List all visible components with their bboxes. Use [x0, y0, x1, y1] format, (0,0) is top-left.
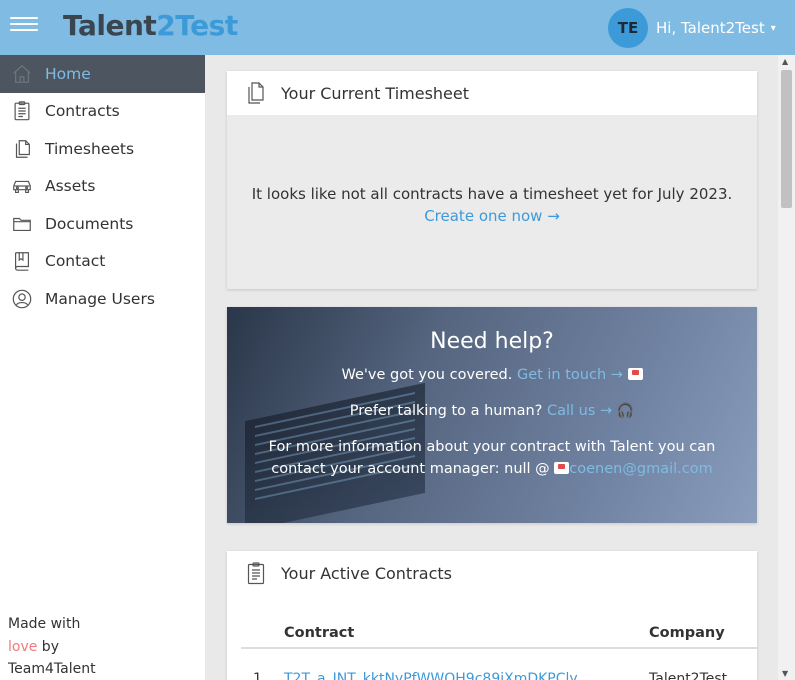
create-timesheet-link[interactable]: Create one now → [227, 205, 757, 227]
top-bar: Talent2Test TE Hi, Talent2Test ▾ [0, 0, 795, 55]
card-title: Your Active Contracts [281, 563, 452, 583]
card-header: Your Current Timesheet [227, 71, 757, 115]
help-line-call: Prefer talking to a human? Call us → 🎧 [349, 403, 635, 419]
call-us-link[interactable]: Call us → [547, 403, 612, 419]
contracts-table-header: Contract Company [241, 615, 757, 649]
sidebar-item-contact[interactable]: Contact [0, 243, 205, 281]
headphones-icon: 🎧 [616, 403, 635, 419]
page-scrollbar[interactable]: ▲ ▼ [778, 55, 795, 680]
sidebar-item-timesheets[interactable]: Timesheets [0, 130, 205, 168]
column-header-company[interactable]: Company [649, 625, 725, 641]
column-header-contract[interactable]: Contract [284, 625, 354, 641]
app-logo[interactable]: Talent2Test [63, 9, 238, 42]
card-header: Your Active Contracts [227, 551, 757, 595]
current-timesheet-card: Your Current Timesheet It looks like not… [227, 71, 757, 289]
active-contracts-card: Your Active Contracts Contract Company 1… [227, 551, 757, 680]
get-in-touch-link[interactable]: Get in touch → [517, 367, 623, 383]
timesheet-empty-state: It looks like not all contracts have a t… [227, 115, 757, 289]
user-icon [10, 287, 34, 311]
contract-id-link[interactable]: T2T_a_INT_kktNyPfWWOH9c89iXmDKPCly [284, 671, 578, 680]
love-link[interactable]: love [8, 639, 37, 655]
help-line-contact: We've got you covered. Get in touch → [227, 364, 757, 386]
company-name: Talent2Test [649, 671, 728, 680]
card-title: Your Current Timesheet [281, 83, 470, 103]
sidebar-item-label: Home [45, 64, 91, 83]
avatar: TE [608, 8, 648, 48]
scroll-down-icon[interactable]: ▼ [782, 669, 788, 678]
scrollbar-thumb[interactable] [781, 70, 792, 208]
sidebar-item-label: Documents [45, 214, 134, 233]
sidebar-item-documents[interactable]: Documents [0, 205, 205, 243]
car-icon [10, 174, 34, 198]
sidebar-item-manage-users[interactable]: Manage Users [0, 280, 205, 318]
help-line-account-manager: For more information about your contract… [268, 439, 716, 477]
mail-icon [554, 462, 570, 474]
sidebar-item-assets[interactable]: Assets [0, 168, 205, 206]
book-icon [10, 249, 34, 273]
folder-icon [10, 212, 34, 236]
timesheet-message: It looks like not all contracts have a t… [251, 185, 733, 203]
row-number: 1 [253, 671, 262, 680]
made-with-note: Made with love by Team4Talent [8, 616, 96, 677]
sidebar-item-label: Timesheets [45, 139, 135, 158]
sidebar-item-label: Contact [45, 252, 106, 271]
mail-icon [627, 368, 643, 380]
sidebar-item-contracts[interactable]: Contracts [0, 93, 205, 131]
sidebar-item-label: Contracts [45, 102, 120, 121]
help-title: Need help? [430, 329, 554, 354]
menu-icon[interactable] [10, 17, 38, 39]
user-greeting: Hi, Talent2Test [656, 19, 765, 37]
document-icon [10, 137, 34, 161]
scroll-up-icon[interactable]: ▲ [782, 57, 788, 66]
sidebar-item-home[interactable]: Home [0, 55, 205, 93]
home-icon [10, 62, 34, 86]
clipboard-icon [247, 562, 265, 585]
sidebar: Home Contracts Timesheets Assets Documen… [0, 55, 205, 680]
chevron-down-icon: ▾ [770, 22, 776, 34]
need-help-card: Need help? We've got you covered. Get in… [227, 307, 757, 523]
sidebar-item-label: Manage Users [45, 289, 155, 308]
sidebar-item-label: Assets [45, 177, 96, 196]
document-icon [248, 82, 264, 104]
clipboard-icon [10, 99, 34, 123]
user-menu[interactable]: TE Hi, Talent2Test ▾ [608, 8, 776, 48]
account-manager-email-link[interactable]: coenen@gmail.com [569, 461, 712, 477]
